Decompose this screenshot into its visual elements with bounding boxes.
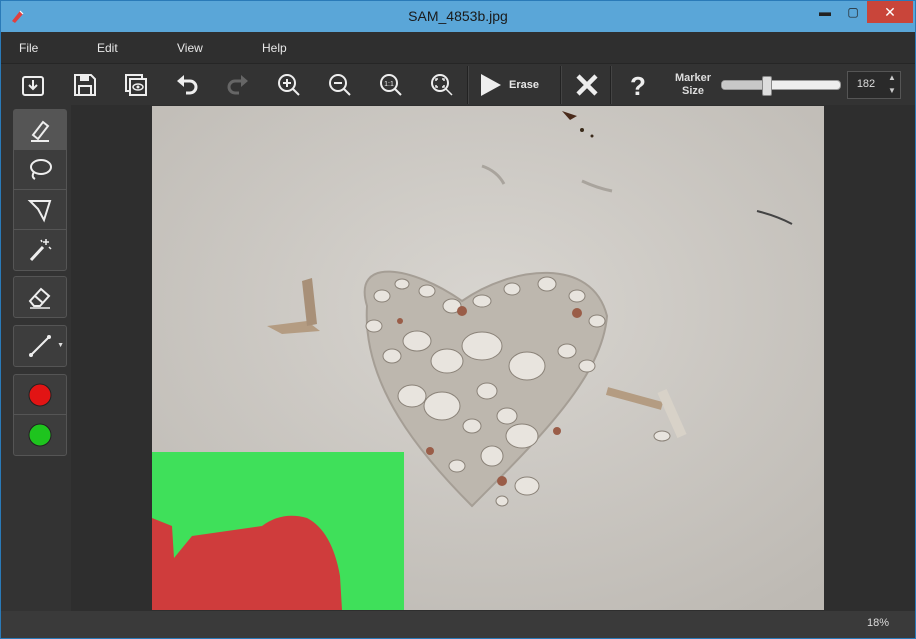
- open-button[interactable]: [15, 68, 51, 102]
- slider-thumb[interactable]: [761, 76, 772, 96]
- zoom-level: 18%: [866, 617, 889, 629]
- question-icon: ?: [630, 72, 646, 98]
- marker-icon: [31, 120, 50, 142]
- line-icon: [29, 335, 51, 357]
- red-marker-tool[interactable]: [14, 375, 66, 415]
- marker-size-slider[interactable]: [721, 76, 841, 96]
- eraser-tool[interactable]: [14, 277, 66, 317]
- toolbar-separator: [560, 66, 562, 104]
- beach-shells-image: [152, 106, 824, 610]
- menu-edit[interactable]: Edit: [97, 41, 118, 55]
- menu-bar: File Edit View Help: [1, 32, 915, 63]
- erase-button[interactable]: Erase: [477, 68, 555, 102]
- undo-button[interactable]: [169, 68, 205, 102]
- selection-tools: [13, 109, 67, 271]
- marker-size-spinbox[interactable]: 182 ▲ ▼: [847, 71, 901, 99]
- magic-wand-icon: [29, 239, 52, 262]
- color-tools: [13, 374, 67, 456]
- actual-size-icon: 1:1: [380, 74, 402, 96]
- title-bar: SAM_4853b.jpg ▬ ▢ ✕: [1, 1, 915, 32]
- menu-file[interactable]: File: [19, 41, 38, 55]
- lasso-tool[interactable]: [14, 150, 66, 190]
- photo-canvas[interactable]: [152, 106, 824, 610]
- undo-icon: [177, 75, 198, 95]
- polygon-lasso-icon: [27, 199, 52, 223]
- minimize-button[interactable]: ▬: [811, 1, 839, 23]
- zoom-out-icon: [329, 74, 351, 96]
- cross-icon: [576, 74, 598, 96]
- fit-window-button[interactable]: [424, 68, 460, 102]
- polygon-lasso-tool[interactable]: [14, 190, 66, 230]
- zoom-in-button[interactable]: [271, 68, 307, 102]
- save-button[interactable]: [67, 68, 103, 102]
- zoom-in-icon: [278, 74, 300, 96]
- line-tool-group: ▼: [13, 325, 67, 367]
- maximize-button[interactable]: ▢: [839, 1, 867, 23]
- spin-down-button[interactable]: ▼: [885, 85, 899, 97]
- toolbar-separator: [610, 66, 612, 104]
- close-window-button[interactable]: ✕: [867, 1, 913, 23]
- canvas-area[interactable]: [71, 105, 915, 611]
- toolbar-separator: [467, 66, 469, 104]
- save-icon: [74, 74, 96, 96]
- help-button[interactable]: ?: [620, 68, 656, 102]
- dropdown-arrow-icon[interactable]: ▼: [57, 342, 64, 349]
- lasso-icon: [30, 158, 52, 180]
- actual-size-button[interactable]: 1:1: [373, 68, 409, 102]
- green-color-icon: [28, 423, 52, 447]
- preview-icon: [125, 74, 147, 96]
- marker-size-value[interactable]: 182: [848, 78, 884, 90]
- erase-label: Erase: [509, 79, 539, 91]
- tools-sidebar: ▼: [1, 105, 71, 611]
- magic-wand-tool[interactable]: [14, 230, 66, 270]
- svg-text:1:1: 1:1: [384, 81, 394, 88]
- menu-view[interactable]: View: [177, 41, 203, 55]
- redo-icon: [227, 75, 248, 95]
- red-color-icon: [28, 383, 52, 406]
- green-marker-tool[interactable]: [14, 415, 66, 455]
- eraser-tool-group: [13, 276, 67, 318]
- fit-window-icon: [431, 74, 453, 96]
- redo-button[interactable]: [220, 68, 256, 102]
- status-bar: 18%: [1, 611, 915, 638]
- spin-up-button[interactable]: ▲: [885, 72, 899, 84]
- play-icon: [481, 74, 501, 96]
- svg-text:?: ?: [630, 72, 646, 98]
- cancel-button[interactable]: [569, 68, 605, 102]
- line-tool[interactable]: ▼: [14, 326, 66, 366]
- eraser-icon: [28, 287, 51, 309]
- zoom-out-button[interactable]: [322, 68, 358, 102]
- slider-fill: [722, 81, 766, 89]
- app-window: SAM_4853b.jpg ▬ ▢ ✕ File Edit View Help: [0, 0, 916, 639]
- window-title: SAM_4853b.jpg: [408, 8, 508, 24]
- menu-help[interactable]: Help: [262, 41, 287, 55]
- marker-size-label: Marker Size: [674, 72, 712, 97]
- open-icon: [22, 76, 44, 96]
- marker-tool[interactable]: [14, 110, 66, 150]
- preview-button[interactable]: [118, 68, 154, 102]
